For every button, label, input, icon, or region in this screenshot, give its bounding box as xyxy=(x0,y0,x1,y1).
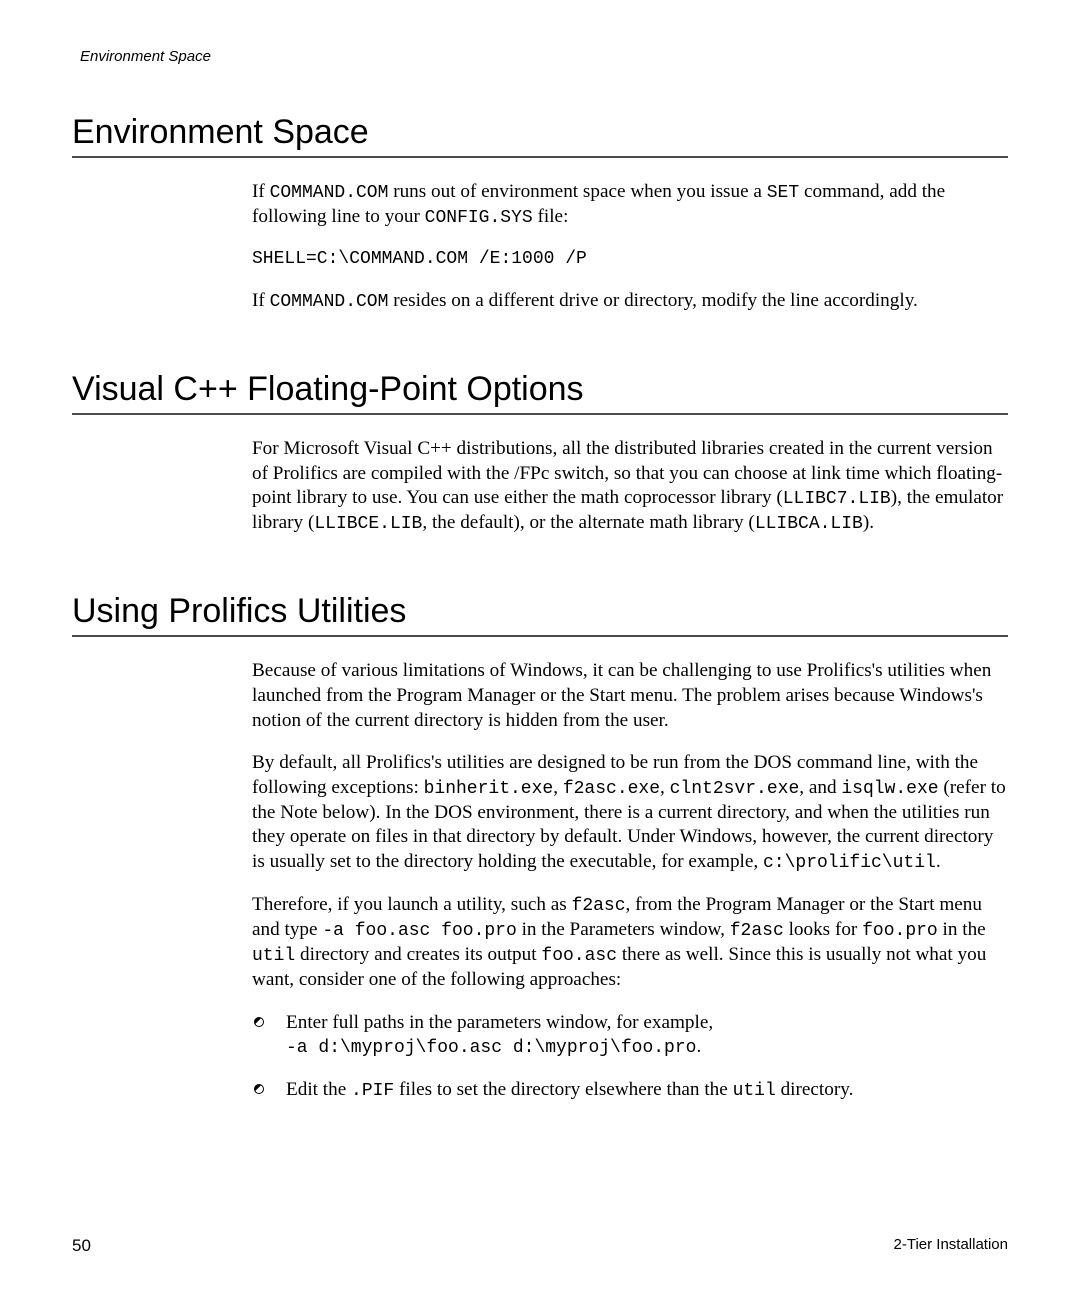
section-rule xyxy=(72,156,1008,158)
paragraph: Because of various limitations of Window… xyxy=(252,659,1008,733)
footer-label: 2-Tier Installation xyxy=(894,1236,1009,1256)
paragraph: For Microsoft Visual C++ distributions, … xyxy=(252,437,1008,536)
section-title-vcpp: Visual C++ Floating-Point Options xyxy=(72,370,1008,409)
list-item: Edit the .PIF files to set the directory… xyxy=(252,1078,1008,1103)
paragraph: If COMMAND.COM resides on a different dr… xyxy=(252,289,1008,314)
section-title-environment-space: Environment Space xyxy=(72,113,1008,152)
page-footer: 50 2-Tier Installation xyxy=(72,1236,1008,1256)
paragraph: Therefore, if you launch a utility, such… xyxy=(252,893,1008,993)
section-body-environment-space: If COMMAND.COM runs out of environment s… xyxy=(252,180,1008,314)
code-line: SHELL=C:\COMMAND.COM /E:1000 /P xyxy=(252,248,1008,271)
bullet-list: Enter full paths in the parameters windo… xyxy=(252,1011,1008,1104)
paragraph: By default, all Prolifics's utilities ar… xyxy=(252,751,1008,875)
section-rule xyxy=(72,413,1008,415)
section-rule xyxy=(72,635,1008,637)
page-number: 50 xyxy=(72,1236,91,1256)
paragraph: If COMMAND.COM runs out of environment s… xyxy=(252,180,1008,230)
running-header: Environment Space xyxy=(80,48,1008,65)
section-body-utilities: Because of various limitations of Window… xyxy=(252,659,1008,1103)
section-title-utilities: Using Prolifics Utilities xyxy=(72,592,1008,631)
section-body-vcpp: For Microsoft Visual C++ distributions, … xyxy=(252,437,1008,536)
list-item: Enter full paths in the parameters windo… xyxy=(252,1011,1008,1061)
